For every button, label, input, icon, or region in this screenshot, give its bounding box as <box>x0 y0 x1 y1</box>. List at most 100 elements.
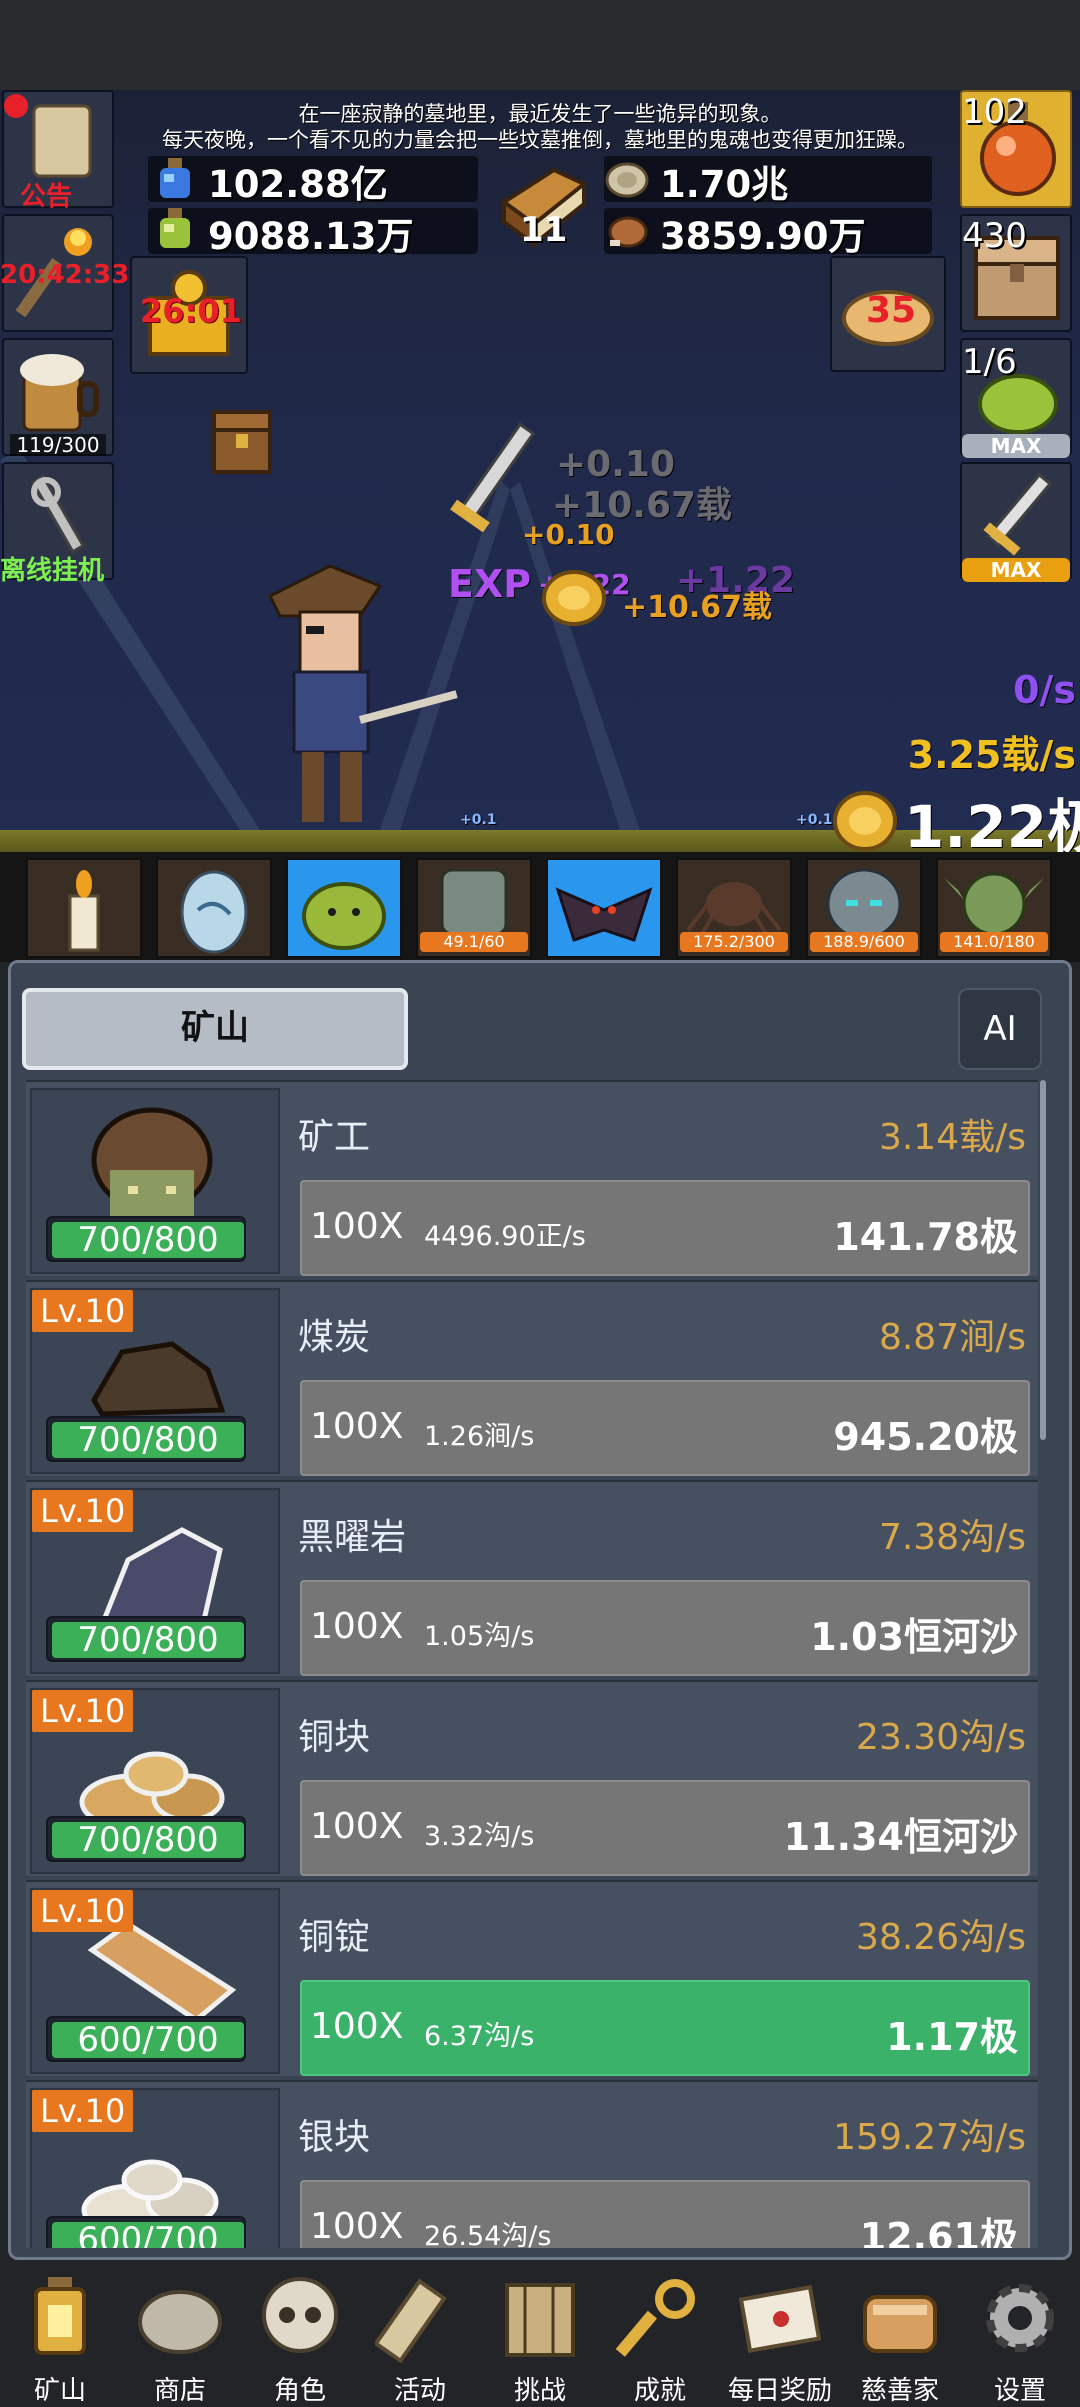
level-badge: Lv.10 <box>32 1290 134 1332</box>
coin-value: 1.70兆 <box>660 163 789 206</box>
monster-progress: 188.9/600 <box>810 932 918 952</box>
row-thumbnail: Lv.10 600/700 <box>30 1888 280 2074</box>
nav-challenge[interactable]: 挑战 <box>480 2270 600 2406</box>
monster-slot-ghost[interactable]: 188.9/600 <box>806 858 922 958</box>
upgrade-cost: 26.54沟/s <box>424 2221 552 2248</box>
resource-rate: 23.30沟/s <box>856 1717 1026 1758</box>
egg-icon <box>180 870 248 954</box>
meat-icon <box>604 206 650 252</box>
level-badge: Lv.10 <box>32 1690 134 1732</box>
upgrade-button[interactable]: 100X 1.05沟/s 1.03恒河沙 <box>300 1580 1030 1676</box>
nav-shop[interactable]: 商店 <box>120 2270 240 2406</box>
upgrade-cost: 3.32沟/s <box>424 1821 535 1852</box>
pirate-hero <box>267 564 458 822</box>
capacity-value: 700/800 <box>52 1422 244 1458</box>
mine-row-obsidian: Lv.10 700/800 黑曜岩 7.38沟/s 100X 1.05沟/s 1… <box>26 1480 1038 1676</box>
capacity-value: 700/800 <box>52 1822 244 1858</box>
multiplier: 100X <box>310 2206 404 2247</box>
lantern-icon <box>12 2270 108 2366</box>
upgrade-total: 141.78极 <box>833 1215 1018 1259</box>
upgrade-button[interactable]: 100X 1.26涧/s 945.20极 <box>300 1380 1030 1476</box>
letter-icon <box>732 2270 828 2366</box>
monster-progress: 141.0/180 <box>940 932 1048 952</box>
sword-max-badge: MAX <box>962 558 1070 582</box>
nav-mine[interactable]: 矿山 <box>0 2270 120 2406</box>
nav-settings[interactable]: 设置 <box>960 2270 1080 2406</box>
upgrade-cost: 4496.90正/s <box>424 1221 586 1252</box>
candle-icon <box>68 870 100 952</box>
monster-slot-goblin[interactable]: 141.0/180 <box>936 858 1052 958</box>
nav-achievements[interactable]: 成就 <box>600 2270 720 2406</box>
mine-row-miner: 700/800 矿工 3.14载/s 100X 4496.90正/s 141.7… <box>26 1080 1038 1276</box>
resource-rate: 8.87涧/s <box>878 1317 1026 1358</box>
row-thumbnail: 700/800 <box>30 1088 280 1274</box>
monster-progress: 49.1/60 <box>420 932 528 952</box>
nav-events[interactable]: 活动 <box>360 2270 480 2406</box>
monster-slot-spider[interactable]: 175.2/300 <box>676 858 792 958</box>
monster-slot-zombie[interactable]: 49.1/60 <box>416 858 532 958</box>
monster-slot-bat[interactable] <box>546 858 662 958</box>
nav-daily-reward[interactable]: 每日奖励 <box>720 2270 840 2406</box>
event-chest-timer: 26:01 <box>140 292 242 330</box>
resource-rate: 38.26沟/s <box>856 1917 1026 1958</box>
monster-slot-slime[interactable] <box>286 858 402 958</box>
nav-label: 商店 <box>153 2376 206 2406</box>
capacity-bar: 700/800 <box>46 1816 246 1862</box>
row-thumbnail: Lv.10 700/800 <box>30 1488 280 1674</box>
coin-total-icon <box>833 791 897 851</box>
nav-label: 设置 <box>993 2376 1046 2406</box>
scrollbar[interactable] <box>1040 1080 1046 1440</box>
multiplier: 100X <box>310 1806 404 1847</box>
mine-row-copper-ingot: Lv.10 600/700 铜锭 38.26沟/s 100X 6.37沟/s 1… <box>26 1880 1038 2076</box>
resource-rate: 159.27沟/s <box>833 2117 1026 2158</box>
resource-name: 矿工 <box>298 1117 371 1158</box>
monster-progress: 175.2/300 <box>680 932 788 952</box>
green-potion-value: 9088.13万 <box>208 215 414 258</box>
gold-coin-icon <box>542 570 606 626</box>
ai-button[interactable]: AI <box>958 988 1042 1070</box>
multiplier: 100X <box>310 1206 404 1247</box>
upgrade-total: 1.03恒河沙 <box>810 1615 1018 1659</box>
status-bar <box>0 0 1080 90</box>
green-potion-icon <box>152 206 198 252</box>
potion-count: 102 <box>962 92 1027 132</box>
upgrade-total: 11.34恒河沙 <box>783 1815 1018 1859</box>
nav-character[interactable]: 角色 <box>240 2270 360 2406</box>
capacity-bar: 700/800 <box>46 1216 246 1262</box>
upgrade-total: 12.61极 <box>859 2215 1018 2248</box>
capacity-bar: 700/800 <box>46 1616 246 1662</box>
slime-monster-icon <box>302 882 386 950</box>
map-icon <box>492 2270 588 2366</box>
row-thumbnail: Lv.10 700/800 <box>30 1688 280 1874</box>
upgrade-cost: 1.05沟/s <box>424 1621 535 1652</box>
story-line-1: 在一座寂静的墓地里，最近发生了一些诡异的现象。 <box>298 102 782 126</box>
upgrade-button[interactable]: 100X 3.32沟/s 11.34恒河沙 <box>300 1780 1030 1876</box>
upgrade-button[interactable]: 100X 26.54沟/s 12.61极 <box>300 2180 1030 2248</box>
nav-label: 慈善家 <box>860 2376 939 2406</box>
capacity-value: 700/800 <box>52 1622 244 1658</box>
upgrade-total: 1.17极 <box>886 2015 1018 2059</box>
upgrade-total: 945.20极 <box>833 1415 1018 1459</box>
capacity-bar: 700/800 <box>46 1416 246 1462</box>
upgrade-button-active[interactable]: 100X 6.37沟/s 1.17极 <box>300 1980 1030 2076</box>
treasure-chest-icon[interactable] <box>210 396 274 478</box>
nav-label: 挑战 <box>513 2376 566 2406</box>
skull-icon <box>252 2270 348 2366</box>
tab-mine[interactable]: 矿山 <box>22 988 408 1070</box>
tiny-float-1: +0.1 <box>460 812 497 828</box>
upgrade-button[interactable]: 100X 4496.90正/s 141.78极 <box>300 1180 1030 1276</box>
monster-slot-egg[interactable] <box>156 858 272 958</box>
offline-label: 离线挂机 <box>0 556 105 586</box>
tiny-float-2: +0.1 <box>796 812 833 828</box>
resource-rate: 7.38沟/s <box>878 1517 1026 1558</box>
slime-progress: 1/6 <box>962 342 1017 382</box>
flying-sword-icon <box>450 422 536 533</box>
monster-slot-candle[interactable] <box>26 858 142 958</box>
nav-philanthropist[interactable]: 慈善家 <box>840 2270 960 2406</box>
nav-label: 角色 <box>273 2376 326 2406</box>
resource-name: 黑曜岩 <box>298 1517 407 1558</box>
mine-row-silver-chunk: Lv.10 600/700 银块 159.27沟/s 100X 26.54沟/s… <box>26 2080 1038 2248</box>
monster-bar: 49.1/60 175.2/300 188.9/600 141.0/180 <box>0 852 1080 962</box>
mine-row-copper-chunk: Lv.10 700/800 铜块 23.30沟/s 100X 3.32沟/s 1… <box>26 1680 1038 1876</box>
slime-max-badge: MAX <box>962 434 1070 458</box>
